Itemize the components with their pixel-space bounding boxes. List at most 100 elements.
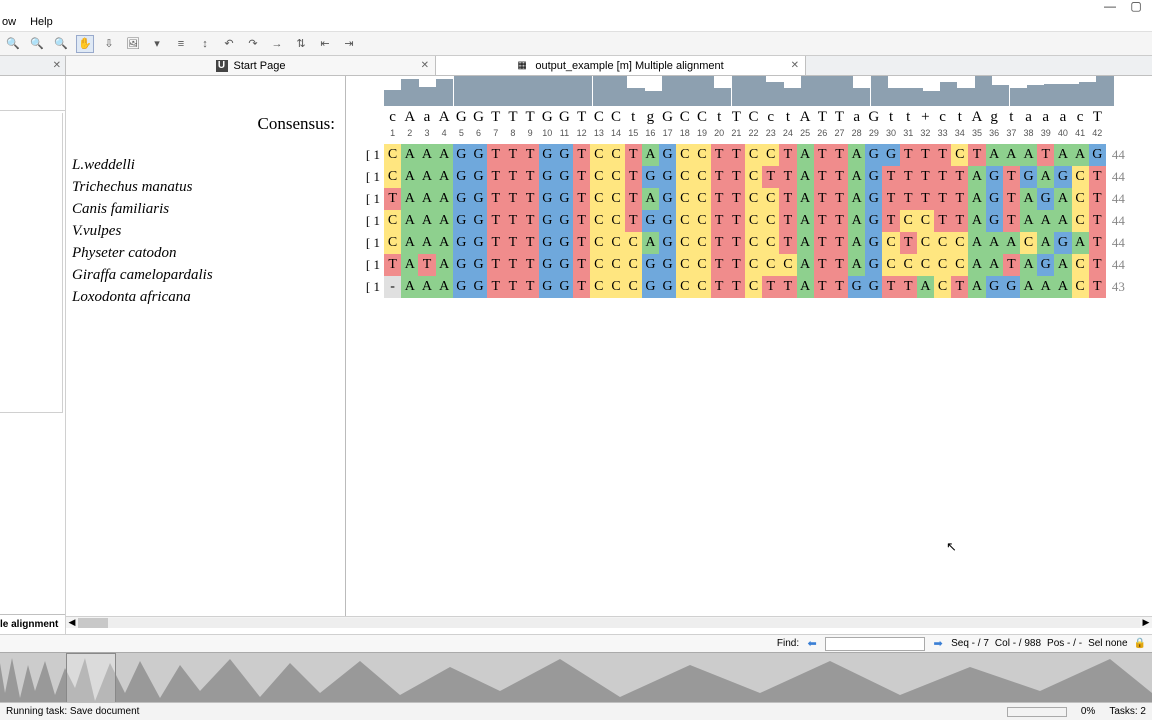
nt-cell[interactable]: A [968,188,985,210]
nt-cell[interactable]: T [882,276,899,298]
nt-cell[interactable]: C [693,144,710,166]
nt-cell[interactable]: A [1054,254,1071,276]
nt-cell[interactable]: C [1072,276,1089,298]
nt-cell[interactable]: C [762,254,779,276]
nt-cell[interactable]: A [401,210,418,232]
sequence-row[interactable]: 1CAAAGGTTTGGTCCCAGCCTTCCTATTAGCTCCCAAACA… [346,232,1152,254]
nt-cell[interactable]: G [865,210,882,232]
nt-cell[interactable]: T [1003,166,1020,188]
nt-cell[interactable]: A [797,144,814,166]
nt-cell[interactable]: T [882,166,899,188]
nt-cell[interactable]: T [625,166,642,188]
zoom-out-icon[interactable]: 🔍 [52,35,70,53]
nt-cell[interactable]: G [556,144,573,166]
nt-cell[interactable]: A [401,254,418,276]
nt-cell[interactable]: C [590,276,607,298]
nt-cell[interactable]: A [968,276,985,298]
nt-cell[interactable]: T [779,166,796,188]
nt-cell[interactable]: A [1020,276,1037,298]
sequence-row[interactable]: 1-AAAGGTTTGGTCCCGGCCTTCTTATTGGTTACTAGGAA… [346,276,1152,298]
nt-cell[interactable]: G [539,210,556,232]
nt-cell[interactable]: A [418,276,435,298]
nt-cell[interactable]: G [556,254,573,276]
nt-cell[interactable]: A [401,232,418,254]
nt-cell[interactable]: C [1072,166,1089,188]
nt-cell[interactable]: T [814,276,831,298]
nt-cell[interactable]: C [693,166,710,188]
sequence-row[interactable]: 1CAAAGGTTTGGTCCTAGCCTTCCTATTAGGTTTCTAAAT… [346,144,1152,166]
nt-cell[interactable]: G [470,232,487,254]
collapse-icon[interactable]: ⇤ [316,35,334,53]
sequence-name[interactable]: Loxodonta africana [66,286,345,308]
nt-cell[interactable]: G [556,166,573,188]
nt-cell[interactable]: T [384,254,401,276]
nt-cell[interactable]: C [762,232,779,254]
nt-cell[interactable]: G [470,144,487,166]
nt-cell[interactable]: A [418,210,435,232]
nt-cell[interactable]: T [573,144,590,166]
nt-cell[interactable]: T [625,210,642,232]
sequence-row[interactable]: 1CAAAGGTTTGGTCCTGGCCTTCCTATTAGTCCTTAGTAA… [346,210,1152,232]
nt-cell[interactable]: T [814,232,831,254]
nt-cell[interactable]: A [436,232,453,254]
nt-cell[interactable]: A [1003,144,1020,166]
sequence-row[interactable]: 1TAAAGGTTTGGTCCTAGCCTTCCTATTAGTTTTTAGTAG… [346,188,1152,210]
nt-cell[interactable]: T [1037,144,1054,166]
nt-cell[interactable]: G [1003,276,1020,298]
nt-cell[interactable]: C [607,254,624,276]
nt-cell[interactable]: T [728,210,745,232]
nt-cell[interactable]: G [470,276,487,298]
nt-cell[interactable]: T [917,166,934,188]
nt-cell[interactable]: C [1072,188,1089,210]
nt-cell[interactable]: T [573,254,590,276]
nt-cell[interactable]: G [539,276,556,298]
tab-align-close-icon[interactable]: ✕ [791,60,799,71]
nt-cell[interactable]: G [453,254,470,276]
nt-cell[interactable]: C [762,188,779,210]
nt-cell[interactable]: T [711,166,728,188]
nt-cell[interactable]: C [882,232,899,254]
nt-cell[interactable]: A [1054,210,1071,232]
sequence-row[interactable]: 1CAAAGGTTTGGTCCTGGCCTTCTTATTAGTTTTTAGTGA… [346,166,1152,188]
nt-cell[interactable]: G [865,254,882,276]
nt-cell[interactable]: C [745,166,762,188]
nt-cell[interactable]: C [625,276,642,298]
nt-cell[interactable]: C [917,254,934,276]
nt-cell[interactable]: G [556,188,573,210]
nt-cell[interactable]: C [676,276,693,298]
nt-cell[interactable]: C [934,276,951,298]
nt-cell[interactable]: T [522,210,539,232]
nt-cell[interactable]: G [556,232,573,254]
nt-cell[interactable]: G [848,276,865,298]
nt-cell[interactable]: G [865,188,882,210]
nt-cell[interactable]: A [1072,232,1089,254]
nt-cell[interactable]: T [831,210,848,232]
nt-cell[interactable]: A [797,276,814,298]
nt-cell[interactable]: G [659,144,676,166]
nt-cell[interactable]: C [590,166,607,188]
nt-cell[interactable]: T [1003,188,1020,210]
nt-cell[interactable]: A [401,144,418,166]
status-tasks[interactable]: Tasks: 2 [1109,706,1146,717]
nt-cell[interactable]: T [814,144,831,166]
menu-help[interactable]: Help [30,16,53,28]
nt-cell[interactable]: T [900,276,917,298]
nt-cell[interactable]: A [1054,144,1071,166]
nt-cell[interactable]: A [1020,144,1037,166]
sequence-name[interactable]: Giraffa camelopardalis [66,264,345,286]
nt-cell[interactable]: A [848,144,865,166]
nt-cell[interactable]: A [1020,188,1037,210]
nt-cell[interactable]: T [487,166,504,188]
nt-cell[interactable]: T [951,188,968,210]
side-label[interactable]: le alignment [0,614,65,634]
nt-cell[interactable]: G [470,188,487,210]
nt-cell[interactable]: A [436,210,453,232]
nt-cell[interactable]: A [848,188,865,210]
nt-cell[interactable]: T [1089,232,1106,254]
nt-cell[interactable]: T [504,276,521,298]
close-panel-icon[interactable]: ✕ [53,60,61,71]
nt-cell[interactable]: T [882,210,899,232]
settings-icon[interactable]: ⇅ [292,35,310,53]
nt-cell[interactable]: G [556,276,573,298]
nt-cell[interactable]: T [882,188,899,210]
